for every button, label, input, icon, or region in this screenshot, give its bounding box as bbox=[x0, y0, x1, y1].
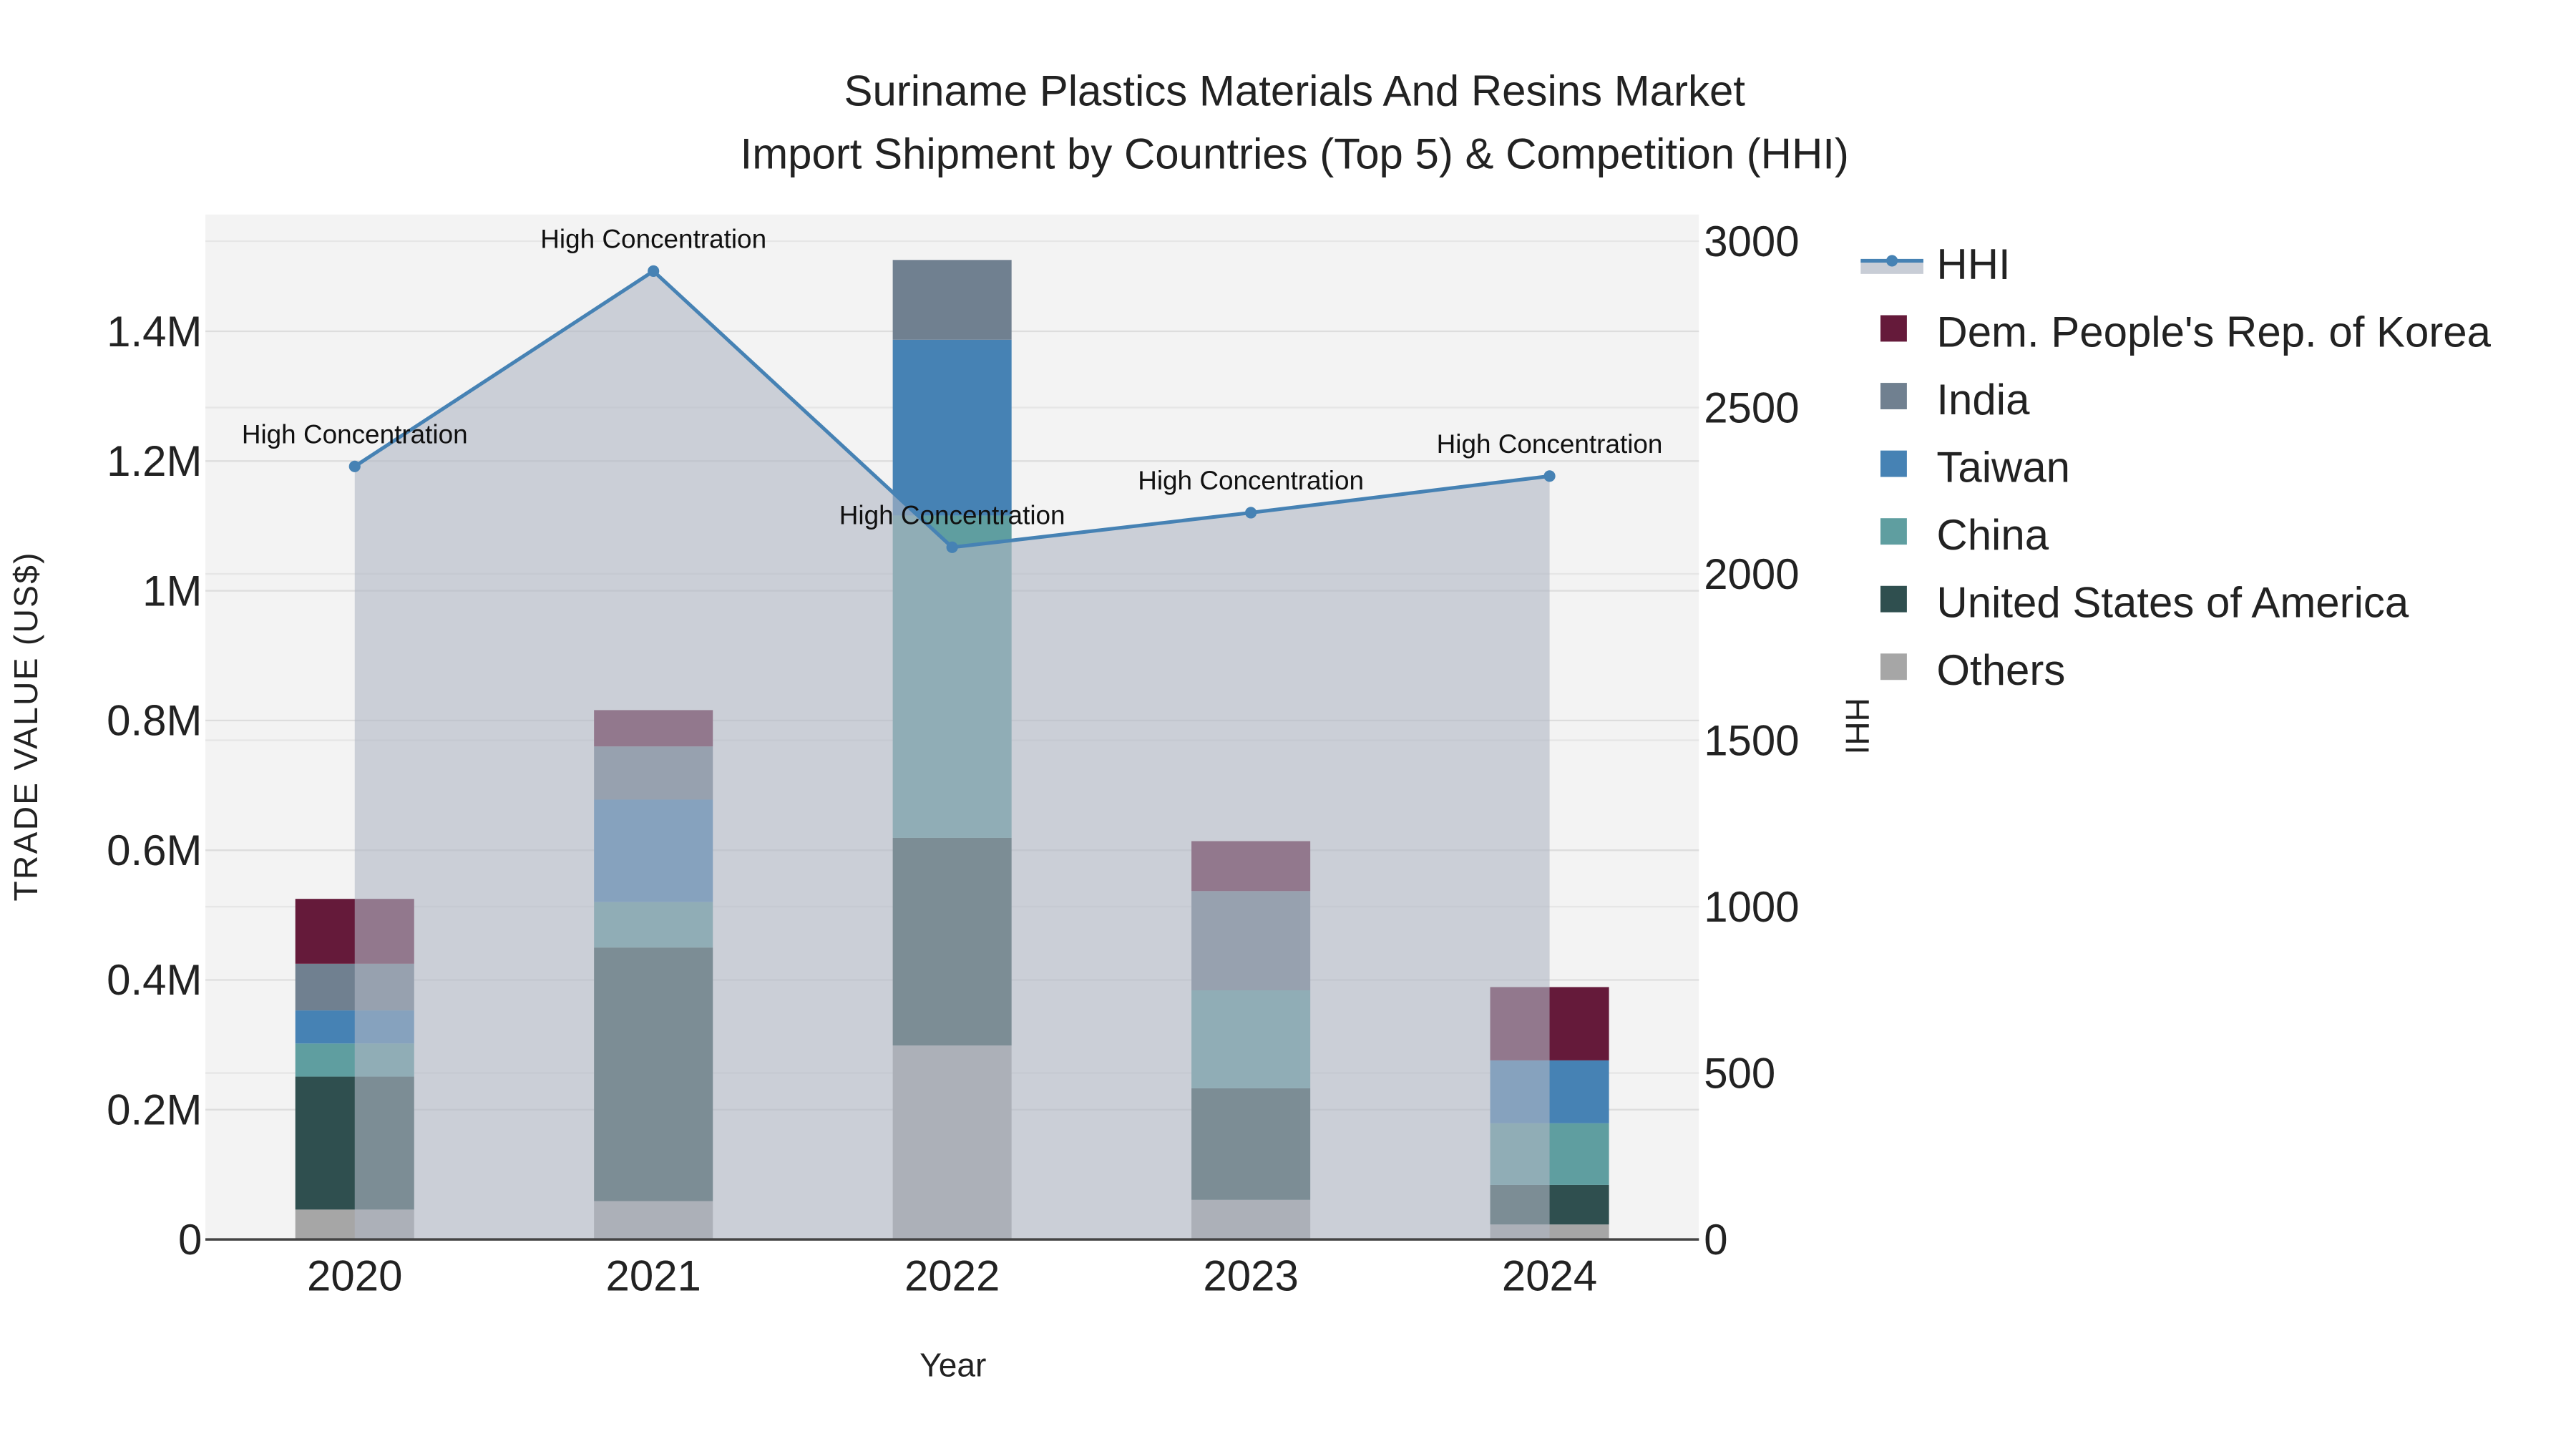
bar-taiwan-2022 bbox=[892, 339, 1012, 516]
x-tick-label: 2021 bbox=[606, 1252, 701, 1300]
legend-swatch bbox=[1880, 383, 1907, 409]
chart-title: Suriname Plastics Materials And Resins M… bbox=[844, 67, 1745, 115]
chart: Suriname Plastics Materials And Resins M… bbox=[7, 67, 2492, 1384]
legend-swatch bbox=[1880, 585, 1907, 613]
y-tick-label: 0.4M bbox=[107, 956, 202, 1004]
y2-tick-label: 1500 bbox=[1704, 716, 1799, 764]
x-tick-label: 2020 bbox=[307, 1252, 402, 1300]
y2-tick-label: 0 bbox=[1704, 1216, 1727, 1264]
hhi-annotation: High Concentration bbox=[1138, 466, 1364, 495]
y-tick-label: 1M bbox=[142, 567, 202, 615]
hhi-point bbox=[1543, 470, 1556, 482]
y-tick-label: 0.2M bbox=[107, 1086, 202, 1134]
y-tick-label: 1.4M bbox=[107, 308, 202, 356]
chart-subtitle: Import Shipment by Countries (Top 5) & C… bbox=[741, 130, 1849, 177]
y2-tick-label: 2500 bbox=[1704, 384, 1799, 431]
legend-hhi-marker bbox=[1886, 255, 1898, 267]
legend-label: United States of America bbox=[1936, 579, 2409, 627]
x-tick-label: 2022 bbox=[904, 1252, 1000, 1300]
y2-axis-label: HHI bbox=[1839, 698, 1876, 754]
y2-axis-ticks: 0 500 1000 1500 2000 2500 3000 bbox=[1704, 218, 1799, 1264]
hhi-annotation: High Concentration bbox=[1437, 429, 1663, 459]
y2-tick-label: 1000 bbox=[1704, 883, 1799, 931]
legend-swatch bbox=[1880, 518, 1907, 545]
legend-label: Dem. People's Rep. of Korea bbox=[1936, 308, 2491, 356]
bar-india-2022 bbox=[892, 260, 1012, 340]
y-tick-label: 0.8M bbox=[107, 697, 202, 745]
legend-swatch bbox=[1880, 653, 1907, 680]
legend-label: China bbox=[1936, 511, 2049, 559]
legend-label: HHI bbox=[1936, 240, 2010, 288]
legend-swatch bbox=[1880, 315, 1907, 342]
legend-label: India bbox=[1936, 376, 2030, 424]
hhi-annotation: High Concentration bbox=[839, 501, 1065, 530]
y-tick-label: 0.6M bbox=[107, 826, 202, 874]
legend-swatch bbox=[1880, 450, 1907, 477]
x-axis-ticks: 2020 2021 2022 2023 2024 bbox=[307, 1252, 1597, 1300]
legend-label: Others bbox=[1936, 646, 2065, 694]
hhi-annotation: High Concentration bbox=[242, 420, 468, 449]
hhi-point bbox=[348, 460, 361, 472]
legend-label: Taiwan bbox=[1936, 443, 2070, 491]
hhi-point bbox=[648, 265, 660, 277]
y2-tick-label: 3000 bbox=[1704, 218, 1799, 265]
y-tick-label: 0 bbox=[178, 1216, 202, 1264]
x-tick-label: 2024 bbox=[1502, 1252, 1597, 1300]
hhi-annotation: High Concentration bbox=[540, 225, 766, 254]
hhi-point bbox=[946, 541, 958, 553]
y-tick-label: 1.2M bbox=[107, 437, 202, 485]
x-axis-label: Year bbox=[919, 1347, 986, 1384]
y-axis-label: TRADE VALUE (US$) bbox=[7, 551, 44, 901]
legend: HHI Dem. People's Rep. of Korea India Taiwa… bbox=[1860, 240, 2492, 694]
y2-tick-label: 500 bbox=[1704, 1049, 1775, 1097]
hhi-point bbox=[1245, 507, 1257, 519]
x-tick-label: 2023 bbox=[1203, 1252, 1298, 1300]
y-axis-ticks: 0 0.2M 0.4M 0.6M 0.8M 1M 1.2M 1.4M bbox=[107, 308, 202, 1264]
y2-tick-label: 2000 bbox=[1704, 550, 1799, 598]
